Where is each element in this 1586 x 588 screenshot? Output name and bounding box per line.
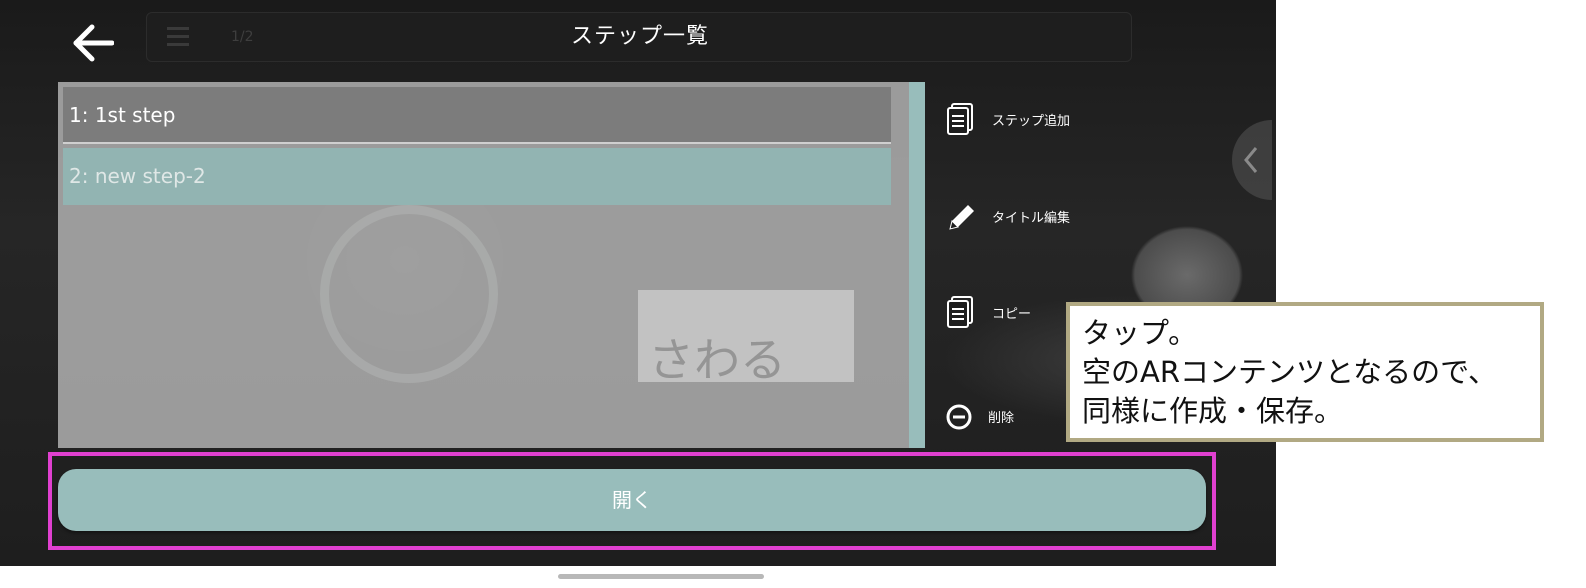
document-add-icon bbox=[946, 102, 976, 136]
callout-line-2: 空のARコンテンツとなるので、 bbox=[1082, 355, 1497, 389]
edit-title-label: タイトル編集 bbox=[992, 210, 1071, 226]
list-scrollbar[interactable] bbox=[909, 82, 925, 448]
edit-title-button[interactable]: タイトル編集 bbox=[946, 196, 1070, 236]
annotation-callout-body: タップ。 空のARコンテンツとなるので、 同様に作成・保存。 bbox=[1070, 306, 1540, 438]
add-step-button[interactable]: ステップ追加 bbox=[946, 99, 1070, 139]
edge-chevron-icon bbox=[1232, 120, 1272, 200]
pencil-icon bbox=[946, 199, 976, 233]
delete-button[interactable]: 削除 bbox=[946, 396, 1014, 436]
page-title: ステップ一覧 bbox=[570, 24, 709, 49]
open-button-highlight bbox=[48, 452, 1216, 550]
back-arrow-icon[interactable] bbox=[72, 24, 115, 62]
callout-line-3: 同様に作成・保存。 bbox=[1082, 394, 1344, 428]
copy-button[interactable]: コピー bbox=[946, 292, 1031, 332]
step-item-1[interactable]: 1: 1st step bbox=[63, 87, 891, 144]
annotation-callout: タップ。 空のARコンテンツとなるので、 同様に作成・保存。 bbox=[1066, 302, 1544, 442]
page-indicator: 1/2 bbox=[231, 29, 254, 45]
copy-label: コピー bbox=[992, 306, 1032, 322]
minus-circle-icon bbox=[946, 399, 976, 433]
page: 1/2 ステップ一覧 さわる 1: 1st step 2: new step-2 bbox=[0, 0, 1586, 588]
menu-icon bbox=[167, 27, 189, 47]
add-step-label: ステップ追加 bbox=[992, 113, 1071, 129]
callout-line-1: タップ。 bbox=[1082, 316, 1198, 350]
home-indicator bbox=[558, 574, 764, 579]
step-item-2[interactable]: 2: new step-2 bbox=[63, 148, 891, 205]
copy-document-icon bbox=[946, 295, 976, 329]
background-text: さわる bbox=[648, 333, 786, 387]
delete-label: 削除 bbox=[988, 410, 1015, 426]
